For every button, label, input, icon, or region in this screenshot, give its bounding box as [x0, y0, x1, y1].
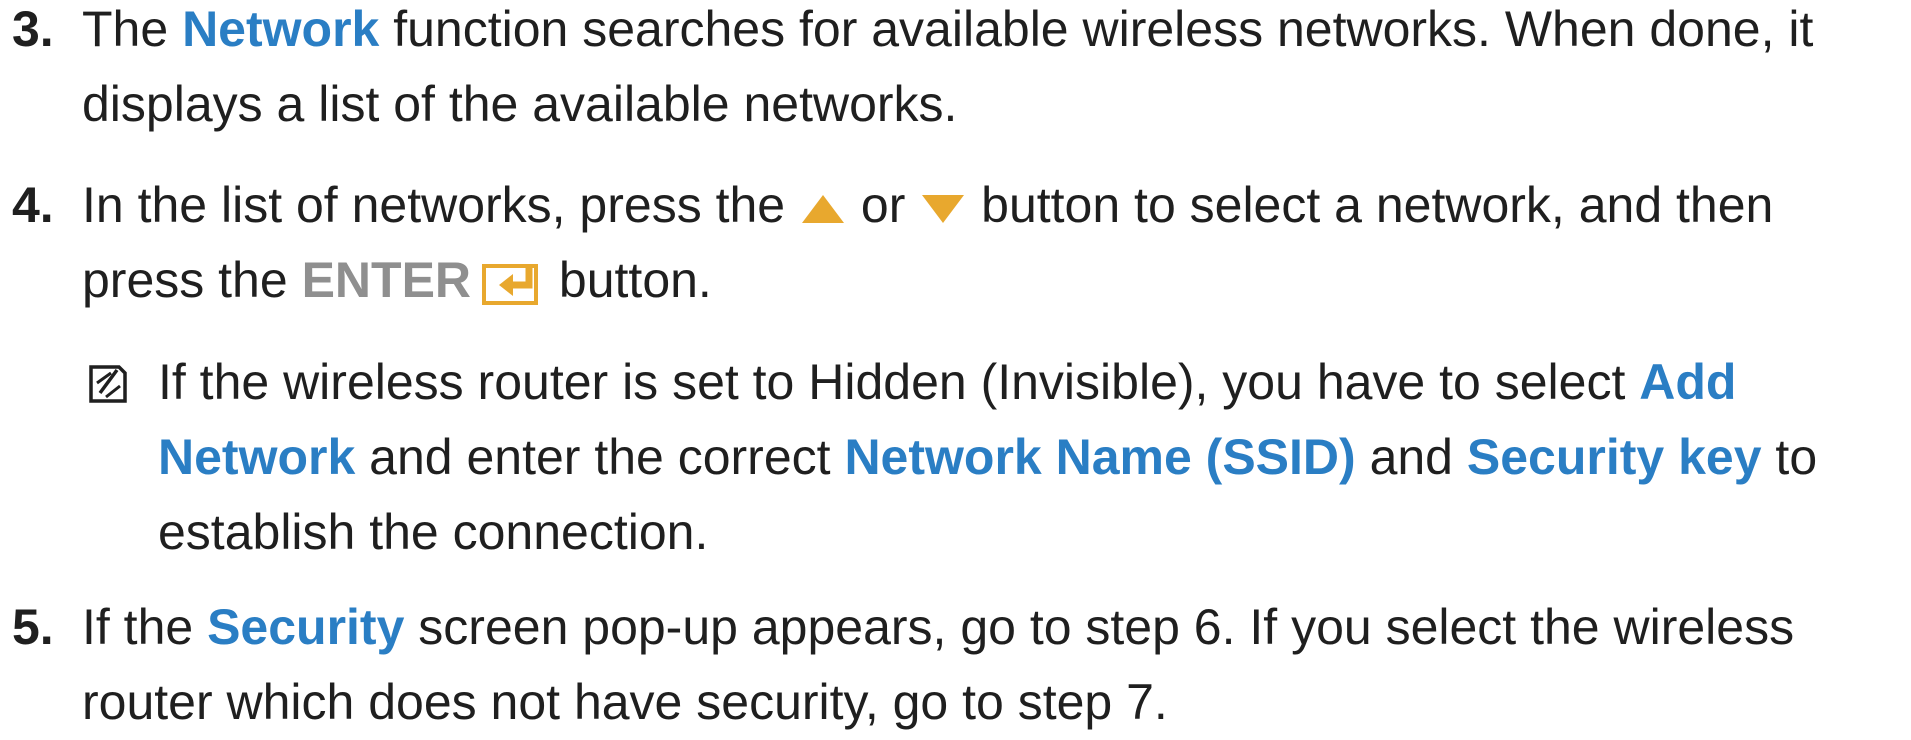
text-run: and — [1355, 429, 1467, 485]
step-line: press the ENTER button. — [82, 243, 1902, 318]
text-run: screen pop-up appears, go to step 6. If … — [404, 599, 1795, 655]
step-text: In the list of networks, press the or bu… — [82, 168, 1902, 318]
note-line: establish the connection. — [158, 504, 709, 560]
network-term: Network — [158, 429, 356, 485]
text-run: press the — [82, 252, 302, 308]
up-triangle-icon — [802, 194, 844, 223]
step-text: The Network function searches for availa… — [82, 0, 1902, 142]
step-number: 4. — [12, 177, 54, 233]
note-text: If the wireless router is set to Hidden … — [158, 345, 1908, 570]
text-run: function searches for available wireless… — [379, 1, 1814, 57]
step-line: In the list of networks, press the or bu… — [82, 168, 1902, 243]
add-term: Add — [1639, 354, 1737, 410]
manual-page: 3. The Network function searches for ava… — [0, 0, 1911, 730]
text-run: or — [847, 177, 920, 233]
text-run: and enter the correct — [355, 429, 845, 485]
note-icon — [89, 365, 127, 403]
security-key-term: Security key — [1466, 429, 1762, 485]
text-run: to — [1761, 429, 1818, 485]
step-line: If the Security screen pop-up appears, g… — [82, 590, 1902, 665]
step-line: displays a list of the available network… — [82, 76, 958, 132]
security-term: Security — [207, 599, 405, 655]
ssid-term: Network Name (SSID) — [844, 429, 1356, 485]
step-text: If the Security screen pop-up appears, g… — [82, 590, 1902, 740]
enter-icon — [482, 263, 539, 305]
step-line: The Network function searches for availa… — [82, 0, 1902, 67]
step-number: 3. — [12, 1, 54, 57]
step-number: 5. — [12, 599, 54, 655]
text-run: If the wireless router is set to Hidden … — [158, 354, 1640, 410]
note-line: If the wireless router is set to Hidden … — [158, 345, 1908, 420]
down-triangle-icon — [922, 194, 965, 223]
enter-term: ENTER — [301, 252, 472, 308]
text-run: The — [82, 1, 183, 57]
text-run: button to select a network, and then — [967, 177, 1774, 233]
text-run: In the list of networks, press the — [82, 177, 799, 233]
step-line: router which does not have security, go … — [82, 674, 1168, 730]
text-run: If the — [82, 599, 208, 655]
network-term: Network — [182, 1, 380, 57]
note-line: Network and enter the correct Network Na… — [158, 420, 1908, 495]
text-run: button. — [545, 252, 712, 308]
